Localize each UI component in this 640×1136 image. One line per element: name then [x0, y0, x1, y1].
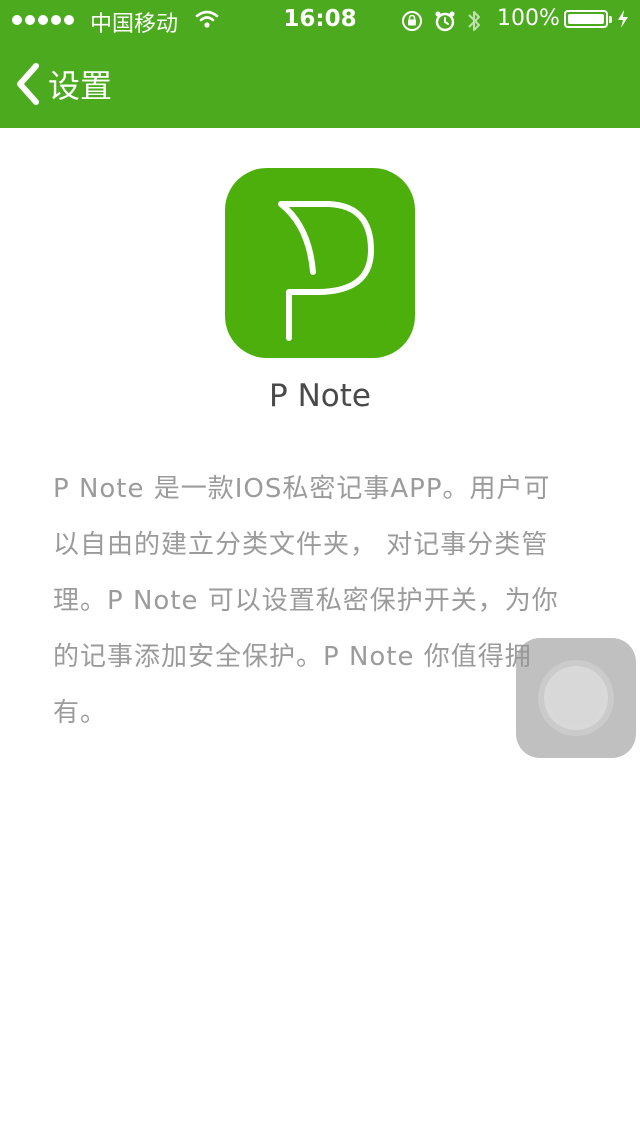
- assistive-touch-button[interactable]: [516, 638, 636, 758]
- bluetooth-icon: [468, 11, 480, 31]
- description-line: P Note 是一款IOS私密记事APP。用户可: [53, 474, 551, 504]
- back-label: 设置: [48, 67, 113, 105]
- back-button[interactable]: 设置: [14, 60, 112, 108]
- charging-bolt-icon: [618, 10, 628, 28]
- battery-percent: 100%: [497, 6, 560, 31]
- description-line: 理。P Note 可以设置私密保护开关，为你: [53, 586, 559, 616]
- chevron-left-icon: [17, 63, 39, 105]
- p-note-logo: [225, 168, 415, 358]
- app-name: P Note: [269, 378, 371, 414]
- rotation-lock-icon: [402, 11, 422, 31]
- status-icons: [400, 9, 482, 33]
- alarm-icon: [435, 11, 455, 32]
- description-line: 以自由的建立分类文件夹， 对记事分类管: [53, 530, 549, 560]
- navigation-bar: 中国移动 16:08 100% 设置: [0, 0, 640, 128]
- status-bar: 中国移动 16:08 100%: [0, 0, 640, 40]
- battery-icon: [564, 10, 612, 28]
